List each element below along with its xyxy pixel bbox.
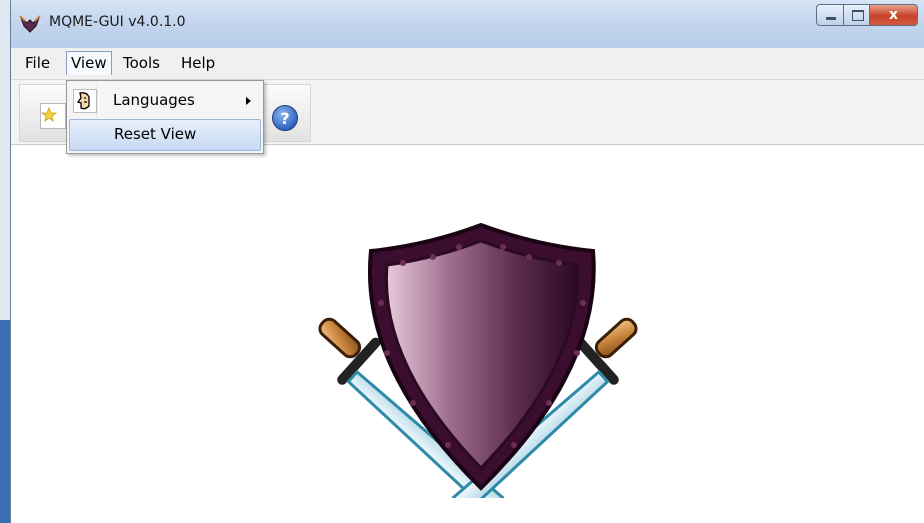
submenu-arrow-icon — [246, 97, 251, 105]
speech-face-icon — [73, 89, 97, 113]
close-button[interactable]: x — [870, 4, 918, 26]
star-icon — [40, 106, 58, 122]
menu-view[interactable]: View — [66, 51, 112, 75]
menu-bar: File View Tools Help — [11, 48, 924, 80]
content-area — [11, 145, 924, 523]
help-icon[interactable]: ? — [272, 105, 298, 131]
app-logo-icon — [19, 15, 41, 33]
shield — [368, 222, 596, 491]
caption-buttons: x — [816, 4, 918, 26]
new-file-button[interactable] — [40, 103, 66, 129]
background-edge — [0, 320, 10, 523]
menu-item-languages[interactable]: Languages — [69, 85, 261, 117]
view-menu-dropdown: Languages Reset View — [66, 80, 264, 154]
menu-item-languages-label: Languages — [113, 91, 195, 109]
menu-item-reset-view[interactable]: Reset View — [69, 119, 261, 151]
maximize-button[interactable] — [844, 4, 870, 26]
title-bar[interactable]: MQME-GUI v4.0.1.0 x — [11, 0, 924, 48]
shield-swords-emblem — [318, 222, 638, 498]
app-window: MQME-GUI v4.0.1.0 x File View Tools Help… — [10, 0, 924, 523]
window-title: MQME-GUI v4.0.1.0 — [49, 14, 186, 30]
menu-item-reset-view-label: Reset View — [114, 125, 197, 143]
menu-file[interactable]: File — [21, 52, 54, 75]
minimize-button[interactable] — [816, 4, 844, 26]
menu-tools[interactable]: Tools — [119, 52, 164, 75]
menu-help[interactable]: Help — [177, 52, 219, 75]
close-icon: x — [888, 7, 899, 23]
